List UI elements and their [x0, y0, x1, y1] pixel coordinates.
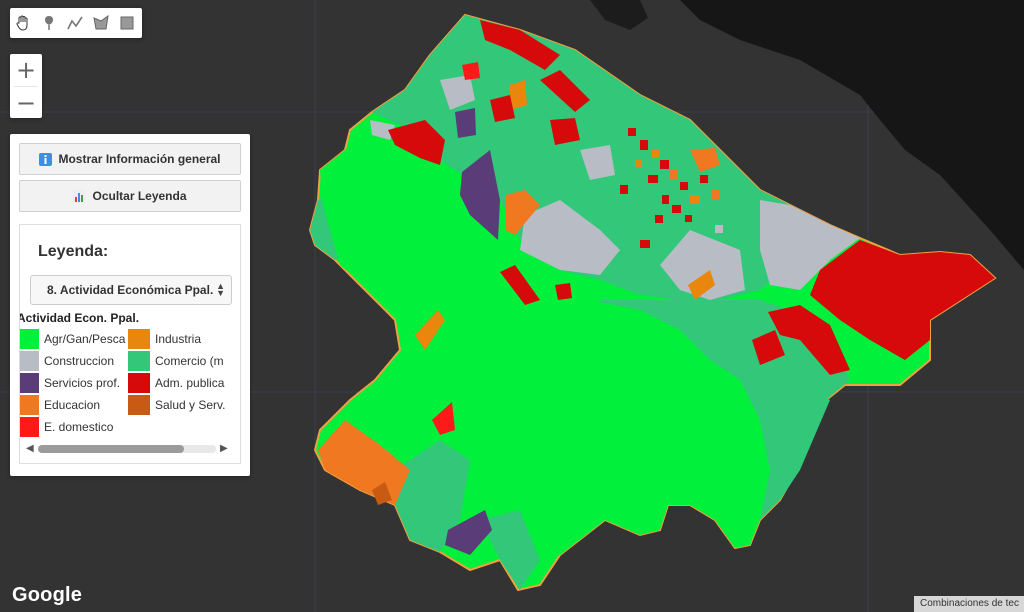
polygon-icon[interactable] [88, 8, 114, 38]
legend-swatch [20, 417, 39, 437]
legend-title: Leyenda: [38, 243, 109, 260]
legend-item: E. domestico [20, 417, 114, 437]
zoom-in-button[interactable]: + [10, 54, 42, 86]
legend-item: Construccion [20, 351, 115, 371]
layer-select[interactable]: 8. Actividad Económica Ppal. ▲ ▼ [30, 275, 232, 305]
legend-swatch [128, 329, 150, 349]
legend-label: E. domestico [44, 420, 114, 434]
legend-label: Comercio (m [155, 354, 224, 368]
layer-select-value: 8. Actividad Económica Ppal. [47, 283, 214, 297]
legend-item: Educacion [20, 395, 101, 415]
zoom-out-button[interactable]: − [10, 87, 42, 118]
legend-item: Adm. publica [128, 373, 224, 393]
hide-legend-button[interactable]: Ocultar Leyenda [19, 180, 241, 212]
legend-swatch [128, 395, 150, 415]
scroll-left-icon[interactable]: ◀ [26, 443, 34, 454]
legend-label: Industria [155, 332, 202, 346]
legend-swatch [20, 351, 39, 371]
legend-item: Comercio (m [128, 351, 224, 371]
legend-subtitle: Actividad Econ. Ppal. [19, 311, 140, 325]
legend-label: Salud y Serv. [155, 398, 226, 412]
legend-item: Salud y Serv. [128, 395, 225, 415]
info-icon [39, 152, 53, 166]
legend-item: Servicios prof. [20, 373, 121, 393]
rectangle-icon[interactable] [114, 8, 140, 38]
select-arrows-icon: ▲ ▼ [216, 281, 225, 298]
legend-box: Leyenda: 8. Actividad Económica Ppal. ▲ ▼… [19, 224, 241, 464]
legend-label: Agr/Gan/Pesca [44, 332, 126, 346]
google-logo: Google [12, 584, 83, 606]
scrollbar-thumb[interactable] [38, 445, 184, 453]
scroll-right-icon[interactable]: ▶ [220, 443, 228, 454]
show-info-button[interactable]: Mostrar Información general [19, 143, 241, 175]
hide-legend-label: Ocultar Leyenda [92, 189, 187, 203]
map-pin-icon[interactable] [36, 8, 62, 38]
keyboard-shortcuts-link[interactable]: Combinaciones de tec [914, 596, 1024, 612]
legend-scrollbar[interactable]: ◀ ▶ [24, 440, 232, 456]
legend-label: Adm. publica [155, 376, 225, 390]
legend-swatch [20, 329, 39, 349]
hand-pan-icon[interactable] [10, 8, 36, 38]
polyline-icon[interactable] [62, 8, 88, 38]
legend-label: Educacion [44, 398, 101, 412]
legend-label: Construccion [44, 354, 115, 368]
zoom-control: + − [10, 54, 42, 118]
show-info-label: Mostrar Información general [58, 152, 221, 166]
legend-label: Servicios prof. [44, 376, 121, 390]
legend-swatch [20, 395, 39, 415]
legend-swatch [128, 351, 150, 371]
bar-chart-icon [73, 189, 87, 203]
legend-swatch [128, 373, 150, 393]
control-panel: Mostrar Información general Ocultar Leye… [10, 134, 250, 476]
drawing-toolbar [10, 8, 142, 38]
legend-item: Agr/Gan/Pesca [20, 329, 126, 349]
legend-item: Industria [128, 329, 201, 349]
legend-swatch [20, 373, 39, 393]
